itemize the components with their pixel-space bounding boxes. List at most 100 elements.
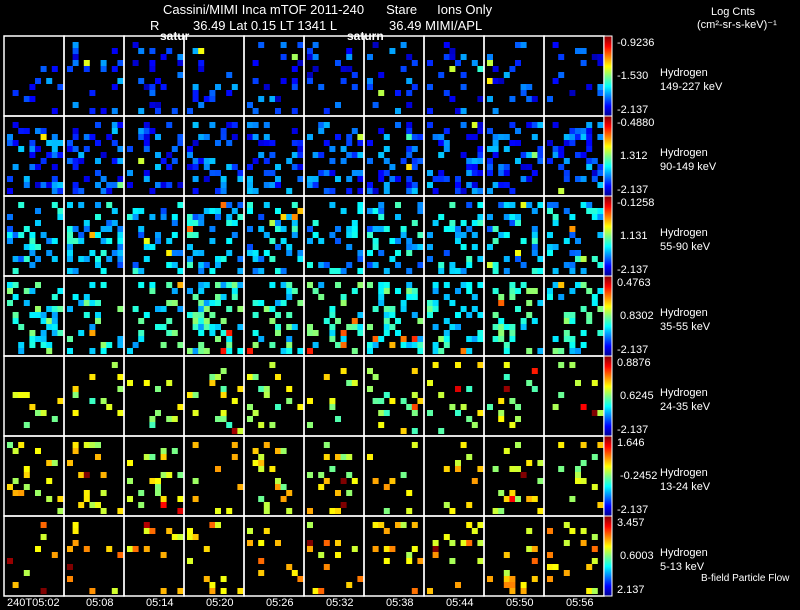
pixel-cell: [29, 288, 36, 294]
pixel-cell: [340, 268, 347, 274]
pixel-cell: [531, 238, 538, 244]
pixel-cell: [487, 96, 493, 102]
pixel-cell: [269, 282, 276, 288]
pixel-cell: [526, 176, 533, 182]
pixel-cell: [155, 484, 161, 490]
pixel-cell: [537, 146, 544, 152]
pixel-cell: [351, 232, 358, 238]
pixel-cell: [83, 220, 90, 226]
pixel-cell: [443, 250, 450, 256]
pixel-cell: [335, 102, 341, 108]
pixel-cell: [575, 250, 581, 256]
pixel-cell: [526, 84, 533, 90]
x-tick-label: 240T05:02: [7, 597, 60, 609]
pixel-cell: [406, 490, 413, 496]
pixel-cell: [466, 164, 473, 170]
pixel-cell: [155, 152, 161, 158]
pixel-cell: [329, 232, 336, 238]
pixel-cell: [406, 552, 413, 558]
pixel-cell: [597, 208, 604, 214]
pixel-cell: [203, 134, 210, 140]
pixel-cell: [215, 508, 221, 514]
pixel-cell: [340, 208, 347, 214]
pixel-cell: [155, 78, 161, 84]
pixel-cell: [443, 226, 450, 232]
pixel-cell: [252, 60, 259, 66]
pixel-cell: [411, 84, 418, 90]
pixel-cell: [477, 170, 484, 176]
pixel-cell: [492, 152, 499, 158]
pixel-cell: [155, 232, 161, 238]
pixel-cell: [171, 214, 178, 220]
colorbar-mid-label: 0.6003: [620, 550, 654, 562]
orbit-r-label: R: [150, 18, 160, 33]
pixel-cell: [411, 182, 418, 188]
pixel-cell: [520, 318, 527, 324]
pixel-cell: [89, 250, 96, 256]
pixel-cell: [72, 392, 79, 398]
pixel-cell: [203, 348, 210, 354]
pixel-cell: [29, 152, 36, 158]
pixel-cell: [252, 134, 259, 140]
pixel-cell: [57, 214, 64, 220]
pixel-cell: [220, 416, 227, 422]
pixel-cell: [466, 386, 473, 392]
pixel-cell: [127, 348, 133, 354]
pixel-cell: [443, 176, 450, 182]
pixel-cell: [258, 558, 265, 564]
pixel-cell: [203, 546, 210, 552]
pixel-cell: [67, 232, 73, 238]
pixel-cell: [378, 214, 385, 220]
pixel-cell: [558, 392, 565, 398]
pixel-cell: [509, 490, 516, 496]
pixel-cell: [95, 140, 101, 146]
pixel-cell: [372, 188, 379, 194]
pixel-cell: [498, 410, 505, 416]
pixel-cell: [226, 306, 233, 312]
pixel-cell: [215, 214, 221, 220]
pixel-cell: [346, 152, 353, 158]
pixel-cell: [411, 410, 418, 416]
pixel-cell: [395, 318, 401, 324]
pixel-cell: [160, 84, 167, 90]
x-tick-label: 05:32: [326, 597, 354, 609]
pixel-cell: [307, 262, 313, 268]
pixel-cell: [372, 374, 379, 380]
pixel-cell: [443, 318, 450, 324]
pixel-cell: [7, 282, 13, 288]
pixel-cell: [72, 226, 79, 232]
pixel-cell: [520, 582, 527, 588]
pixel-cell: [220, 176, 227, 182]
pixel-cell: [226, 348, 233, 354]
pixel-cell: [558, 164, 565, 170]
pixel-cell: [149, 128, 156, 134]
pixel-cell: [198, 324, 205, 330]
pixel-cell: [591, 484, 598, 490]
pixel-cell: [466, 348, 473, 354]
pixel-cell: [127, 478, 133, 484]
pixel-cell: [558, 466, 565, 472]
pixel-cell: [12, 90, 19, 96]
pixel-cell: [427, 182, 433, 188]
pixel-cell: [383, 268, 390, 274]
pixel-cell: [411, 312, 418, 318]
pixel-cell: [318, 472, 325, 478]
pixel-cell: [591, 170, 598, 176]
pixel-cell: [111, 122, 118, 128]
pixel-cell: [383, 182, 390, 188]
pixel-cell: [575, 238, 581, 244]
pixel-cell: [383, 282, 390, 288]
pixel-cell: [307, 348, 313, 354]
pixel-cell: [192, 410, 199, 416]
pixel-cell: [378, 294, 385, 300]
pixel-cell: [269, 318, 276, 324]
pixel-cell: [417, 232, 424, 238]
pixel-cell: [569, 318, 576, 324]
pixel-cell: [558, 348, 565, 354]
pixel-cell: [149, 416, 156, 422]
pixel-cell: [143, 84, 150, 90]
pixel-cell: [346, 472, 353, 478]
pixel-cell: [192, 534, 199, 540]
pixel-cell: [100, 250, 107, 256]
pixel-cell: [192, 164, 199, 170]
